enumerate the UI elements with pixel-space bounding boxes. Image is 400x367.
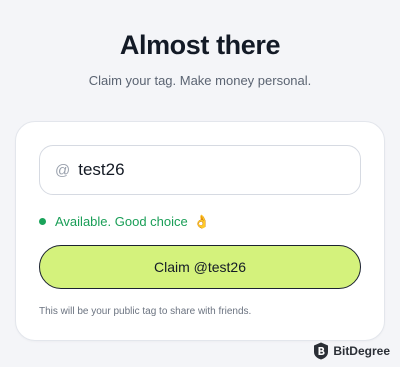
tag-hint-text: This will be your public tag to share wi… bbox=[39, 306, 252, 317]
availability-status: Available. Good choice 👌 bbox=[39, 212, 210, 230]
ok-hand-icon: 👌 bbox=[193, 213, 210, 229]
claim-tag-card: @ test26 Available. Good choice 👌 Claim … bbox=[15, 121, 385, 341]
claim-tag-button[interactable]: Claim @test26 bbox=[39, 245, 361, 289]
at-sign-icon: @ bbox=[55, 161, 71, 179]
bitdegree-watermark: BitDegree bbox=[313, 342, 390, 360]
page-title: Almost there bbox=[119, 30, 281, 60]
bitdegree-logo-icon bbox=[314, 342, 329, 360]
availability-text: Available. Good choice bbox=[55, 213, 188, 229]
tag-input-value[interactable]: test26 bbox=[78, 160, 124, 180]
page-subtitle: Claim your tag. Make money personal. bbox=[88, 73, 312, 88]
status-dot-icon bbox=[39, 217, 46, 225]
watermark-text: BitDegree bbox=[333, 344, 390, 358]
tag-input[interactable]: @ test26 bbox=[39, 145, 361, 195]
